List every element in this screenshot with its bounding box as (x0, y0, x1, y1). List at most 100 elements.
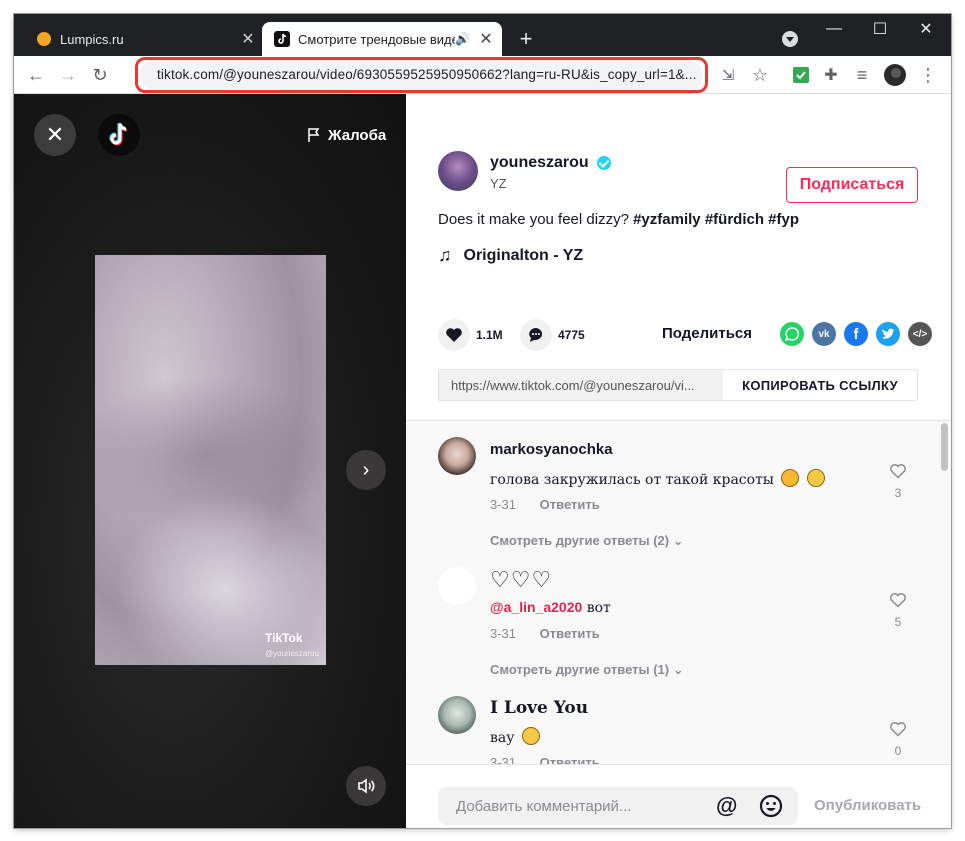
post-comment-button[interactable]: Опубликовать (814, 797, 921, 814)
tab-lumpics[interactable]: Lumpics.ru ✕ (24, 22, 264, 56)
grinning-face-emoji-icon (806, 469, 825, 487)
twitter-icon[interactable] (876, 322, 900, 346)
commenter-username[interactable]: markosyanochka (490, 441, 613, 458)
extensions-puzzle-icon[interactable]: ✚ (819, 63, 843, 87)
comment-like[interactable]: 3 (886, 463, 910, 500)
video-caption: Does it make you feel dizzy? #yzfamily #… (438, 211, 799, 228)
video-pane: ✕ Жалоба TikTok @youneszarou › (14, 94, 406, 828)
verified-badge-icon (597, 156, 611, 170)
facebook-icon[interactable]: f (844, 322, 868, 346)
minimize-button[interactable]: — (811, 14, 857, 44)
forward-button[interactable]: → (56, 63, 80, 87)
comment-like-count: 5 (894, 615, 902, 629)
mention-link[interactable]: @a_lin_a2020 (490, 599, 582, 615)
view-replies-label: Смотреть другие ответы (2) (490, 533, 670, 548)
maximize-button[interactable]: ☐ (857, 14, 903, 44)
commenter-avatar[interactable] (438, 567, 476, 605)
comment-meta: 3-31 Ответить (490, 755, 600, 764)
browser-menu-icon[interactable]: ⋮ (916, 63, 940, 87)
comments-scrollbar[interactable] (941, 423, 948, 471)
tab-close-icon[interactable]: ✕ (238, 29, 258, 49)
hashtag-link[interactable]: #fyp (768, 211, 799, 228)
tab-tiktok[interactable]: Смотрите трендовые видео 🔊 ✕ (262, 22, 502, 56)
astonished-face-emoji-icon (521, 727, 540, 745)
commenter-username[interactable]: ♡♡♡ (490, 567, 552, 593)
bookmark-star-icon[interactable]: ☆ (748, 63, 772, 87)
comment-body: вау (490, 730, 515, 746)
back-button[interactable]: ← (24, 63, 48, 87)
comment-count: 4775 (558, 328, 585, 342)
like-count: 1.1M (476, 328, 503, 342)
video-player[interactable]: TikTok @youneszarou (95, 255, 326, 665)
emoji-picker-icon[interactable] (758, 793, 784, 819)
reply-button[interactable]: Ответить (540, 497, 600, 512)
tab-search-icon[interactable] (782, 31, 798, 47)
heart-icon[interactable] (438, 319, 470, 351)
extension-check-icon[interactable] (789, 63, 813, 87)
commenter-avatar[interactable] (438, 437, 476, 475)
speaker-icon (358, 778, 375, 794)
author-username[interactable]: youneszarou (490, 154, 589, 172)
media-control-icon[interactable]: ≡ (850, 63, 874, 87)
comment-icon[interactable] (520, 319, 552, 351)
heart-outline-icon (890, 464, 906, 479)
comment-like[interactable]: 0 (886, 721, 910, 758)
volume-toggle-button[interactable] (346, 766, 386, 806)
tab-title: Lumpics.ru (60, 31, 124, 47)
heart-outline-icon (890, 722, 906, 737)
hashtag-link[interactable]: #yzfamily (633, 211, 701, 228)
comment-body: голова закружилась от такой красоты (490, 472, 774, 488)
comment-text: вау (490, 727, 540, 746)
like-counter[interactable]: 1.1M (438, 319, 503, 351)
url-highlight-annotation (135, 57, 708, 93)
commenter-avatar[interactable] (438, 696, 476, 734)
copy-link-button[interactable]: КОПИРОВАТЬ ССЫЛКУ (723, 370, 917, 400)
comment-like-count: 0 (894, 744, 902, 758)
reload-button[interactable]: ↻ (88, 63, 112, 87)
tiktok-watermark: TikTok (265, 631, 303, 645)
commenter-username[interactable]: I Love You (490, 698, 588, 718)
view-replies-button[interactable]: Смотреть другие ответы (2) ⌄ (490, 533, 684, 549)
tiktok-favicon-icon (274, 31, 290, 47)
comment-placeholder: Добавить комментарий... (456, 798, 632, 815)
comment-meta: 3-31 Ответить (490, 497, 600, 512)
watermark-handle: @youneszarou (265, 649, 319, 658)
author-avatar[interactable] (438, 151, 478, 191)
comments-list[interactable]: markosyanochka голова закружилась от так… (406, 420, 951, 764)
tab-close-icon[interactable]: ✕ (476, 29, 496, 49)
tiktok-logo-icon[interactable] (98, 114, 140, 156)
caption-text: Does it make you feel dizzy? (438, 211, 629, 228)
comment-meta: 3-31 Ответить (490, 626, 600, 641)
report-button[interactable]: Жалоба (306, 118, 386, 152)
view-replies-button[interactable]: Смотреть другие ответы (1) ⌄ (490, 662, 684, 678)
comment-date: 3-31 (490, 626, 517, 641)
comment-counter[interactable]: 4775 (520, 319, 585, 351)
vk-icon[interactable]: vk (812, 322, 836, 346)
follow-button[interactable]: Подписаться (786, 167, 918, 203)
music-link[interactable]: ♫ Originalton - YZ (438, 245, 583, 266)
next-video-button[interactable]: › (346, 450, 386, 490)
embed-icon[interactable]: </> (908, 322, 932, 346)
whatsapp-icon[interactable] (780, 322, 804, 346)
profile-avatar[interactable] (883, 63, 907, 87)
comment-like[interactable]: 5 (886, 592, 910, 629)
new-tab-button[interactable]: + (514, 28, 538, 52)
close-video-button[interactable]: ✕ (34, 114, 76, 156)
tab-strip: Lumpics.ru ✕ Смотрите трендовые видео 🔊 … (14, 14, 951, 56)
window-close-button[interactable]: ✕ (903, 14, 949, 44)
comment-input[interactable]: Добавить комментарий... @ (438, 787, 798, 825)
tab-audio-icon[interactable]: 🔊 (455, 32, 470, 46)
chevron-down-icon: ⌄ (672, 533, 684, 548)
author-nickname: YZ (490, 176, 507, 191)
install-app-icon[interactable]: ⇲ (716, 63, 740, 87)
flag-icon (308, 128, 320, 142)
comment-body: вот (586, 600, 611, 616)
lumpics-favicon-icon (37, 32, 51, 46)
reply-button[interactable]: Ответить (540, 626, 600, 641)
browser-window: Lumpics.ru ✕ Смотрите трендовые видео 🔊 … (14, 14, 951, 828)
mention-at-icon[interactable]: @ (716, 793, 737, 819)
reply-button[interactable]: Ответить (540, 755, 600, 764)
view-replies-label: Смотреть другие ответы (1) (490, 662, 670, 677)
hashtag-link[interactable]: #fürdich (705, 211, 764, 228)
share-link-field[interactable]: https://www.tiktok.com/@youneszarou/vi..… (439, 370, 723, 400)
